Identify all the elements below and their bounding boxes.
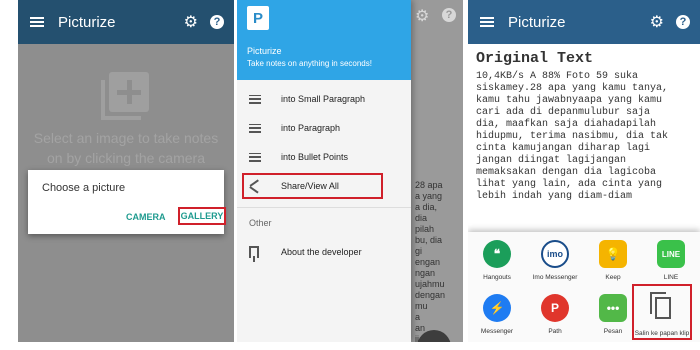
- share-target-label: Imo Messenger: [532, 274, 578, 281]
- share-target-label: Path: [548, 328, 562, 335]
- share-target-messenger[interactable]: ⚡ Messenger: [472, 294, 522, 335]
- menu-item-share-view-all[interactable]: Share/View All: [242, 173, 383, 199]
- share-target-hangouts[interactable]: ❝ Hangouts: [472, 240, 522, 281]
- note-line: lihat yang lain, ada cinta yang: [476, 179, 663, 190]
- note-body: 10,4KB/s A 88% Foto 59 suka siskamey.28 a…: [476, 71, 694, 203]
- gear-icon[interactable]: ⚙: [650, 12, 664, 32]
- help-icon[interactable]: ?: [676, 15, 690, 29]
- share-target-label: Hangouts: [483, 274, 511, 281]
- help-icon[interactable]: ?: [210, 15, 224, 29]
- note-line: siskamey.28 apa yang kamu tanya,: [476, 83, 669, 94]
- background-text-line: dengan: [415, 290, 446, 300]
- menu-icon[interactable]: [480, 17, 494, 27]
- share-target-label: Keep: [605, 274, 621, 281]
- background-text-line: ngan: [415, 268, 436, 278]
- share-sheet: ❝ Hangouts imo Imo Messenger 💡 Keep LINE LINE ⚡ M…: [468, 232, 700, 342]
- list-icon: [249, 94, 261, 104]
- background-text-line: a yang: [415, 191, 443, 201]
- add-image-icon: [101, 72, 149, 120]
- dialog-title: Choose a picture: [42, 182, 126, 194]
- note-line: dia, maafkan saja diahadapilah: [476, 119, 657, 130]
- message-icon: •••: [599, 294, 627, 322]
- navigation-drawer: P Picturize Take notes on anything in se…: [237, 0, 411, 342]
- app-bar: Picturize ⚙ ?: [18, 0, 234, 44]
- list-icon: [249, 152, 261, 162]
- note-line: lebih indah yang diam-diam: [476, 191, 633, 202]
- empty-state-text: Select an image to take notes on by clic…: [33, 130, 219, 166]
- line-icon: LINE: [657, 240, 685, 268]
- app-title: Picturize: [508, 13, 566, 31]
- screen-choose-picture: Picturize ⚙ ? Select an image to take no…: [18, 0, 234, 342]
- choose-picture-dialog: Choose a picture CAMERA GALLERY: [28, 170, 226, 234]
- background-text-line: gi: [415, 246, 423, 256]
- app-title: Picturize: [58, 13, 116, 31]
- note-content: Original Text 10,4KB/s A 88% Foto 59 suk…: [476, 50, 694, 203]
- camera-button[interactable]: CAMERA: [126, 212, 166, 222]
- share-icon: [249, 180, 261, 192]
- messenger-icon: ⚡: [483, 294, 511, 322]
- section-header-other: Other: [249, 218, 272, 228]
- background-text-line: ujahmu: [415, 279, 445, 289]
- app-logo-icon: P: [247, 6, 269, 30]
- gear-icon[interactable]: ⚙: [184, 12, 198, 32]
- background-text-line: 28 apa: [415, 180, 443, 190]
- share-target-pesan[interactable]: ••• Pesan: [588, 294, 638, 335]
- share-target-label: Messenger: [480, 328, 514, 335]
- share-target-imo-messenger[interactable]: imo Imo Messenger: [530, 240, 580, 281]
- note-line: jangan diingat lagijangan: [476, 155, 627, 166]
- background-text-line: bu, dia: [415, 235, 443, 245]
- note-line: kamu tahu jawabnyaapa yang kamu: [476, 95, 663, 106]
- note-line: memaksakan dengan dia lagicoba: [476, 167, 657, 178]
- paint-roller-icon: [249, 246, 259, 262]
- share-target-label: Pesan: [603, 328, 623, 335]
- divider: [237, 207, 411, 208]
- menu-icon[interactable]: [30, 17, 44, 27]
- list-icon: [249, 123, 261, 133]
- share-target-copy-to-clipboard[interactable]: Salin ke papan klip: [632, 284, 692, 340]
- screen-share-sheet: Picturize ⚙ ? Original Text 10,4KB/s A 8…: [468, 0, 700, 342]
- background-text-line: a dia,: [415, 202, 438, 212]
- drawer-subtitle: Take notes on anything in seconds!: [247, 59, 372, 68]
- path-icon: P: [541, 294, 569, 322]
- gear-icon: ⚙: [415, 8, 430, 25]
- keep-icon: 💡: [599, 240, 627, 268]
- drawer-header: P Picturize Take notes on anything in se…: [237, 0, 411, 80]
- background-note-text: 28 apa a yang a dia, dia pilah bu, dia gi engan…: [415, 180, 463, 342]
- background-text-line: mu: [415, 301, 428, 311]
- menu-item-about-developer[interactable]: About the developer: [237, 239, 411, 265]
- menu-item-paragraph[interactable]: into Paragraph: [237, 115, 411, 141]
- note-line: 10,4KB/s A 88% Foto 59 suka: [476, 71, 639, 82]
- note-title: Original Text: [476, 50, 594, 67]
- note-line: cinta kamujangan diharap lagi: [476, 143, 651, 154]
- share-target-line[interactable]: LINE LINE: [646, 240, 696, 281]
- menu-item-small-paragraph[interactable]: into Small Paragraph: [237, 86, 411, 112]
- screen-navigation-drawer: 28 apa a yang a dia, dia pilah bu, dia gi engan…: [237, 0, 463, 342]
- help-icon: ?: [442, 8, 456, 22]
- hangouts-icon: ❝: [483, 240, 511, 268]
- share-target-label: Salin ke papan klip: [634, 330, 690, 337]
- background-text-line: dia: [415, 213, 428, 223]
- note-line: cari ada di depanmulubur saja: [476, 107, 651, 118]
- background-text-line: engan: [415, 257, 441, 267]
- copy-icon: [650, 292, 674, 320]
- note-line: hidupmu, terima nasibmu, dia tak: [476, 131, 669, 142]
- imo-icon: imo: [541, 240, 569, 268]
- background-text-line: pilah: [415, 224, 435, 234]
- drawer-title: Picturize: [247, 46, 282, 56]
- background-text-line: a: [415, 312, 421, 322]
- share-target-path[interactable]: P Path: [530, 294, 580, 335]
- share-target-keep[interactable]: 💡 Keep: [588, 240, 638, 281]
- gallery-button[interactable]: GALLERY: [178, 207, 226, 225]
- share-target-label: LINE: [663, 274, 679, 281]
- app-bar: Picturize ⚙ ?: [468, 0, 700, 44]
- menu-item-bullet-points[interactable]: into Bullet Points: [237, 144, 411, 170]
